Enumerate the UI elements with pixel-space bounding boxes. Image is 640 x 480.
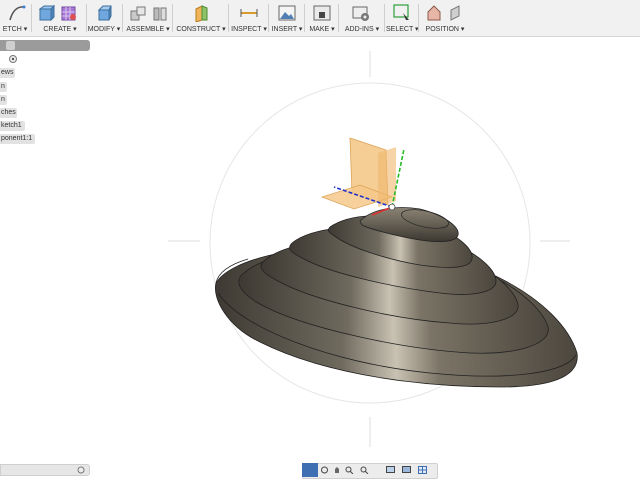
sketch-label: ETCH ▾ — [2, 26, 28, 33]
select-group[interactable]: SELECT ▾ — [386, 0, 419, 36]
toolbar-separator — [304, 4, 305, 32]
display-icon[interactable] — [386, 466, 395, 474]
inspect-measure-icon — [240, 9, 258, 17]
toolbar-separator — [31, 4, 32, 32]
add-ins-label: ADD-INS ▾ — [344, 26, 380, 33]
toolbar-separator — [384, 4, 385, 32]
create-group[interactable]: CREATE ▾ — [34, 0, 86, 36]
create-label: CREATE ▾ — [43, 26, 77, 33]
toolbar-separator — [268, 4, 269, 32]
visual-style-icon[interactable] — [402, 466, 411, 474]
modify-label: MODIFY ▾ — [87, 26, 121, 33]
joint-icon — [153, 7, 167, 21]
make-group[interactable]: MAKE ▾ — [307, 0, 337, 36]
position-label: POSITION ▾ — [425, 26, 465, 33]
toolbar-separator — [418, 4, 419, 32]
viewport[interactable] — [0, 37, 640, 462]
position-icon — [427, 5, 441, 21]
origin-point[interactable] — [388, 203, 396, 211]
assemble-label: ASSEMBLE ▾ — [126, 26, 170, 33]
select-icon — [393, 4, 409, 20]
pin-icon[interactable] — [77, 466, 85, 474]
inspect-label: INSPECT ▾ — [231, 26, 267, 33]
toolbar-separator — [338, 4, 339, 32]
construct-plane-icon — [195, 5, 208, 22]
sketch-group[interactable]: ETCH ▾ — [0, 0, 30, 36]
grid-icon[interactable] — [418, 466, 427, 474]
toolbar-separator — [172, 4, 173, 32]
construct-label: CONSTRUCT ▾ — [176, 26, 226, 33]
view-cube-icon[interactable] — [302, 463, 318, 477]
sketch-icon — [0, 4, 30, 24]
insert-group[interactable]: INSERT ▾ — [271, 0, 303, 36]
model-body[interactable] — [214, 206, 578, 388]
insert-image-icon — [278, 5, 296, 21]
toolbar-separator — [228, 4, 229, 32]
main-toolbar: ETCH ▾ CREATE ▾ MODIFY ▾ ASSEMBLE ▾ CONS… — [0, 0, 640, 37]
add-ins-icon — [352, 6, 369, 21]
create-box-icon — [38, 4, 55, 22]
create-form-icon — [61, 6, 76, 21]
comments-bar[interactable] — [0, 464, 90, 476]
orbit-icon[interactable] — [320, 466, 329, 474]
make-label: MAKE ▾ — [309, 26, 335, 33]
origin-triad[interactable] — [320, 137, 405, 216]
insert-label: INSERT ▾ — [271, 26, 303, 33]
fit-icon[interactable] — [360, 466, 369, 474]
inspect-group[interactable]: INSPECT ▾ — [231, 0, 267, 36]
zoom-icon[interactable] — [345, 466, 354, 474]
add-ins-group[interactable]: ADD-INS ▾ — [341, 0, 383, 36]
construct-group[interactable]: CONSTRUCT ▾ — [175, 0, 227, 36]
modify-icon — [97, 5, 112, 21]
assemble-group[interactable]: ASSEMBLE ▾ — [125, 0, 171, 36]
capture-position-icon — [450, 5, 460, 21]
toolbar-separator — [122, 4, 123, 32]
pan-icon[interactable] — [333, 466, 342, 474]
select-label: SELECT ▾ — [386, 26, 419, 33]
make-3dprint-icon — [313, 5, 331, 21]
modify-group[interactable]: MODIFY ▾ — [87, 0, 121, 36]
position-group[interactable]: POSITION ▾ — [421, 0, 469, 36]
assemble-icon — [130, 6, 146, 21]
